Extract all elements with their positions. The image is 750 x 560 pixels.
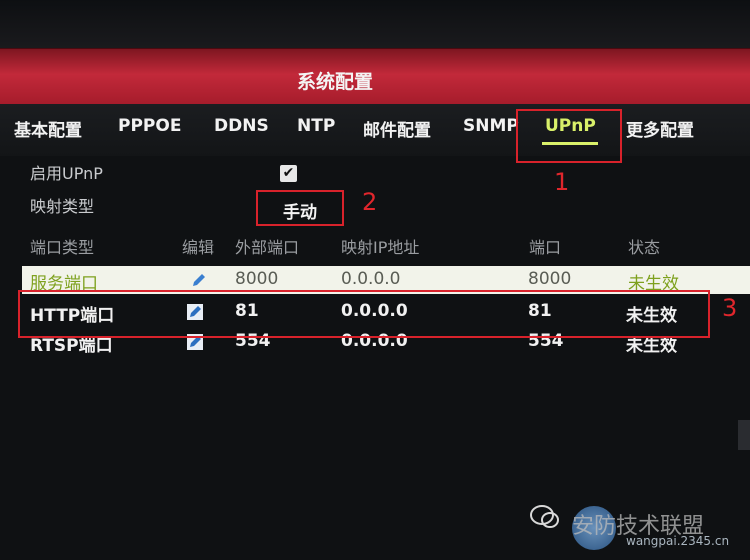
mapping-type-label: 映射类型 xyxy=(30,197,95,216)
col-mapped-ip: 映射IP地址 xyxy=(341,238,420,257)
col-external-port: 外部端口 xyxy=(235,238,300,257)
top-dark-strip xyxy=(0,0,750,48)
tab-email-config[interactable]: 邮件配置 xyxy=(363,116,431,141)
annotation-number-3: 3 xyxy=(722,294,738,322)
edit-icon[interactable] xyxy=(190,271,208,289)
tab-pppoe[interactable]: PPPOE xyxy=(118,116,181,136)
tab-basic-config[interactable]: 基本配置 xyxy=(14,116,82,141)
col-port-type: 端口类型 xyxy=(30,238,95,257)
col-port: 端口 xyxy=(529,238,562,257)
tab-ntp[interactable]: NTP xyxy=(297,116,335,136)
annotation-box-1 xyxy=(516,109,622,163)
col-status: 状态 xyxy=(628,238,661,257)
port-cell: 8000 xyxy=(528,269,572,289)
annotation-box-2 xyxy=(256,190,344,226)
enable-upnp-label: 启用UPnP xyxy=(30,164,103,183)
tab-ddns[interactable]: DDNS xyxy=(214,116,269,136)
wechat-icon xyxy=(530,505,559,528)
tab-bar: 基本配置 PPPOE DDNS NTP 邮件配置 SNMP UPnP 更多配置 xyxy=(0,104,750,157)
annotation-number-2: 2 xyxy=(362,188,378,216)
window-title: 系统配置 xyxy=(296,71,373,93)
external-port-cell: 8000 xyxy=(235,269,279,289)
enable-upnp-checkbox[interactable]: ✔ xyxy=(280,165,297,182)
config-panel xyxy=(0,156,750,560)
tab-snmp[interactable]: SNMP xyxy=(463,116,519,136)
tab-more-config[interactable]: 更多配置 xyxy=(626,116,694,141)
table-header: 端口类型 编辑 外部端口 映射IP地址 端口 状态 xyxy=(0,232,750,260)
window-title-bar: 系统配置 xyxy=(0,48,750,105)
watermark-url: wangpai.2345.cn xyxy=(626,534,730,548)
col-edit: 编辑 xyxy=(182,238,215,257)
scrollbar[interactable] xyxy=(738,420,750,450)
checkbox-checked-icon: ✔ xyxy=(282,165,295,181)
mapped-ip-cell: 0.0.0.0 xyxy=(341,269,401,289)
annotation-number-1: 1 xyxy=(554,168,570,196)
annotation-box-3 xyxy=(18,290,710,338)
